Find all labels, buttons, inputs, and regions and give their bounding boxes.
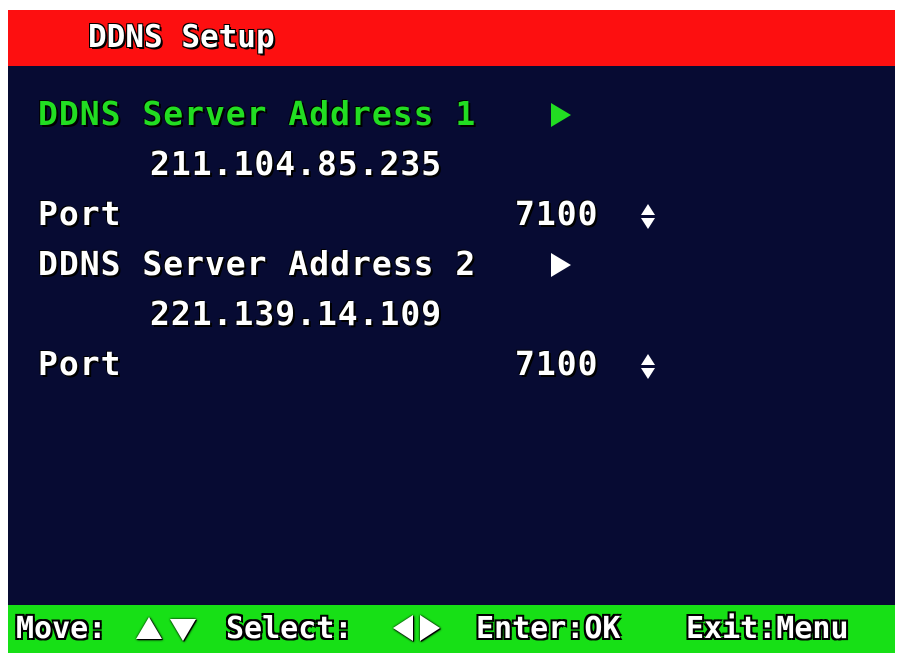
up-arrow-icon (136, 617, 162, 639)
ddns-server-1-address-row: 211.104.85.235 (8, 144, 895, 188)
ddns-server-2-address-row: 221.139.14.109 (8, 294, 895, 338)
ddns-server-1-address: 211.104.85.235 (150, 144, 443, 183)
submenu-arrow-icon (551, 103, 571, 127)
help-select-label: Select: (226, 611, 353, 646)
menu-item-ddns-server-2[interactable]: DDNS Server Address 2 (8, 244, 895, 288)
up-down-arrows-icon[interactable] (641, 354, 655, 380)
help-exit-label: Exit:Menu (686, 611, 849, 646)
down-arrow-icon (170, 619, 196, 641)
menu-item-port-2[interactable]: Port 7100 (8, 344, 895, 388)
port-2-value: 7100 (515, 344, 599, 383)
port-1-value: 7100 (515, 194, 599, 233)
ddns-server-2-address: 221.139.14.109 (150, 294, 443, 333)
menu-item-port-1[interactable]: Port 7100 (8, 194, 895, 238)
menu-item-ddns-server-1[interactable]: DDNS Server Address 1 (8, 94, 895, 138)
port-1-label: Port (38, 194, 122, 233)
right-arrow-icon (420, 615, 440, 641)
up-down-arrows-icon[interactable] (641, 204, 655, 230)
ddns-server-2-label: DDNS Server Address 2 (38, 244, 477, 283)
help-move-label: Move: (16, 611, 107, 646)
help-bar: Move: Select: Enter:OK Exit:Menu (8, 605, 895, 653)
help-enter-label: Enter:OK (476, 611, 621, 646)
ddns-server-1-label: DDNS Server Address 1 (38, 94, 477, 133)
title-bar: DDNS Setup (8, 10, 895, 66)
port-2-label: Port (38, 344, 122, 383)
page-title: DDNS Setup (88, 19, 275, 55)
left-arrow-icon (393, 615, 413, 641)
submenu-arrow-icon (551, 253, 571, 277)
osd-screen: DDNS Setup DDNS Server Address 1 211.104… (8, 10, 895, 653)
